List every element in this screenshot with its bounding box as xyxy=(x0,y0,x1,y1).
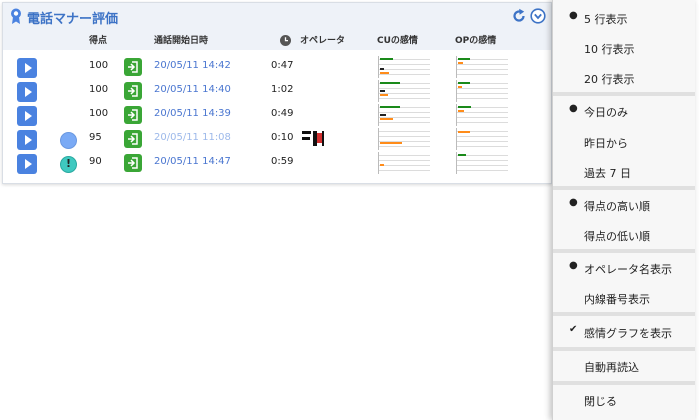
col-operator[interactable]: オペレータ xyxy=(300,33,345,46)
menu-item-today-only[interactable]: ● 今日のみ xyxy=(553,96,695,126)
menu-item-label: 今日のみ xyxy=(584,106,628,119)
table-row: 95 20/05/11 11:08 0:10 xyxy=(3,128,551,152)
call-datetime[interactable]: 20/05/11 14:42 xyxy=(154,60,231,71)
play-button[interactable] xyxy=(17,154,37,174)
selected-dot-icon: ● xyxy=(569,103,578,114)
menu-item-close[interactable]: 閉じる xyxy=(553,385,695,415)
widget-title: 電話マナー評価 xyxy=(27,12,119,27)
options-dropdown-menu: ● 5 行表示 10 行表示 20 行表示 ● 今日のみ 昨日から 過去 7 日… xyxy=(552,0,695,420)
col-start-time[interactable]: 通話開始日時 xyxy=(154,33,208,46)
call-duration: 0:47 xyxy=(271,60,294,71)
menu-item-10-rows[interactable]: 10 行表示 xyxy=(553,33,695,63)
table-row: 100 20/05/11 14:42 0:47 xyxy=(3,56,551,80)
op-emotion-graph xyxy=(456,80,508,102)
status-dot-icon xyxy=(60,132,77,149)
selected-dot-icon: ● xyxy=(569,10,578,21)
score-value: 100 xyxy=(89,60,109,71)
menu-item-label: 10 行表示 xyxy=(584,43,635,56)
widget-header: 電話マナー評価 xyxy=(3,3,551,30)
play-button[interactable] xyxy=(17,82,37,102)
menu-item-since-yesterday[interactable]: 昨日から xyxy=(553,127,695,157)
menu-item-label: 内線番号表示 xyxy=(584,293,650,306)
call-detail-button[interactable] xyxy=(124,154,142,172)
menu-item-label: 5 行表示 xyxy=(584,13,628,26)
enter-arrow-icon xyxy=(128,109,138,121)
op-emotion-graph xyxy=(456,56,508,78)
call-duration: 0:10 xyxy=(271,132,294,143)
op-emotion-graph xyxy=(456,128,508,150)
cu-emotion-graph xyxy=(378,104,430,126)
enter-arrow-icon xyxy=(128,133,138,145)
cu-emotion-graph xyxy=(378,128,430,150)
col-cu-emotion: CUの感情 xyxy=(377,36,418,46)
menu-item-label: 過去 7 日 xyxy=(584,167,631,180)
menu-item-label: 感情グラフを表示 xyxy=(584,327,672,340)
menu-item-label: 20 行表示 xyxy=(584,73,635,86)
selected-dot-icon: ● xyxy=(569,197,578,208)
col-score[interactable]: 得点 xyxy=(89,33,107,46)
call-duration: 1:02 xyxy=(271,84,294,95)
enter-arrow-icon xyxy=(128,157,138,169)
menu-item-show-operator-name[interactable]: ● オペレータ名表示 xyxy=(553,253,695,283)
cu-emotion-graph xyxy=(378,56,430,78)
call-detail-button[interactable] xyxy=(124,106,142,124)
refresh-icon[interactable] xyxy=(511,8,527,24)
play-button[interactable] xyxy=(17,130,37,150)
menu-item-show-emotion-graph[interactable]: ✔ 感情グラフを表示 xyxy=(553,317,695,347)
ribbon-icon xyxy=(11,8,21,24)
call-datetime[interactable]: 20/05/11 11:08 xyxy=(154,132,231,143)
enter-arrow-icon xyxy=(128,61,138,73)
score-value: 100 xyxy=(89,84,109,95)
call-duration: 0:49 xyxy=(271,108,294,119)
call-datetime[interactable]: 20/05/11 14:40 xyxy=(154,84,231,95)
table-row: 100 20/05/11 14:39 0:49 xyxy=(3,104,551,128)
enter-arrow-icon xyxy=(128,85,138,97)
play-button[interactable] xyxy=(17,58,37,78)
column-header: 得点 通話開始日時 オペレータ CUの感情 OPの感情 xyxy=(3,30,551,50)
table-row: ! 90 20/05/11 14:47 0:59 xyxy=(3,152,551,176)
menu-item-score-low-first[interactable]: 得点の低い順 xyxy=(553,220,695,250)
call-datetime[interactable]: 20/05/11 14:39 xyxy=(154,108,231,119)
menu-divider xyxy=(553,312,695,316)
menu-item-label: 得点の高い順 xyxy=(584,200,650,213)
call-detail-button[interactable] xyxy=(124,82,142,100)
cu-emotion-graph xyxy=(378,80,430,102)
call-duration: 0:59 xyxy=(271,156,294,167)
table-row: 100 20/05/11 14:40 1:02 xyxy=(3,80,551,104)
menu-item-auto-reload[interactable]: 自動再読込 xyxy=(553,351,695,381)
exclamation-icon: ! xyxy=(60,156,77,173)
call-detail-button[interactable] xyxy=(124,130,142,148)
menu-item-label: 昨日から xyxy=(584,137,628,150)
play-button[interactable] xyxy=(17,106,37,126)
score-value: 95 xyxy=(89,132,102,143)
call-manner-widget: 電話マナー評価 得点 通話開始日時 オペレータ CUの感情 OPの感情 100 … xyxy=(2,2,552,184)
op-emotion-graph xyxy=(456,104,508,126)
clock-icon xyxy=(280,35,291,46)
col-op-emotion: OPの感情 xyxy=(455,36,497,46)
score-value: 90 xyxy=(89,156,102,167)
menu-item-5-rows[interactable]: ● 5 行表示 xyxy=(553,3,695,33)
check-icon: ✔ xyxy=(569,324,578,335)
menu-item-label: オペレータ名表示 xyxy=(584,263,672,276)
dropdown-menu-icon[interactable] xyxy=(530,8,546,24)
menu-item-20-rows[interactable]: 20 行表示 xyxy=(553,63,695,93)
cu-emotion-graph xyxy=(378,152,430,174)
score-value: 100 xyxy=(89,108,109,119)
menu-item-label: 自動再読込 xyxy=(584,361,639,374)
op-emotion-graph xyxy=(456,152,508,174)
menu-item-show-extension[interactable]: 内線番号表示 xyxy=(553,283,695,313)
operator-name-redacted xyxy=(302,131,324,146)
menu-item-label: 閉じる xyxy=(584,395,617,408)
call-datetime[interactable]: 20/05/11 14:47 xyxy=(154,156,231,167)
menu-item-score-high-first[interactable]: ● 得点の高い順 xyxy=(553,190,695,220)
menu-item-label: 得点の低い順 xyxy=(584,230,650,243)
selected-dot-icon: ● xyxy=(569,260,578,271)
call-detail-button[interactable] xyxy=(124,58,142,76)
menu-item-past-7-days[interactable]: 過去 7 日 xyxy=(553,157,695,187)
